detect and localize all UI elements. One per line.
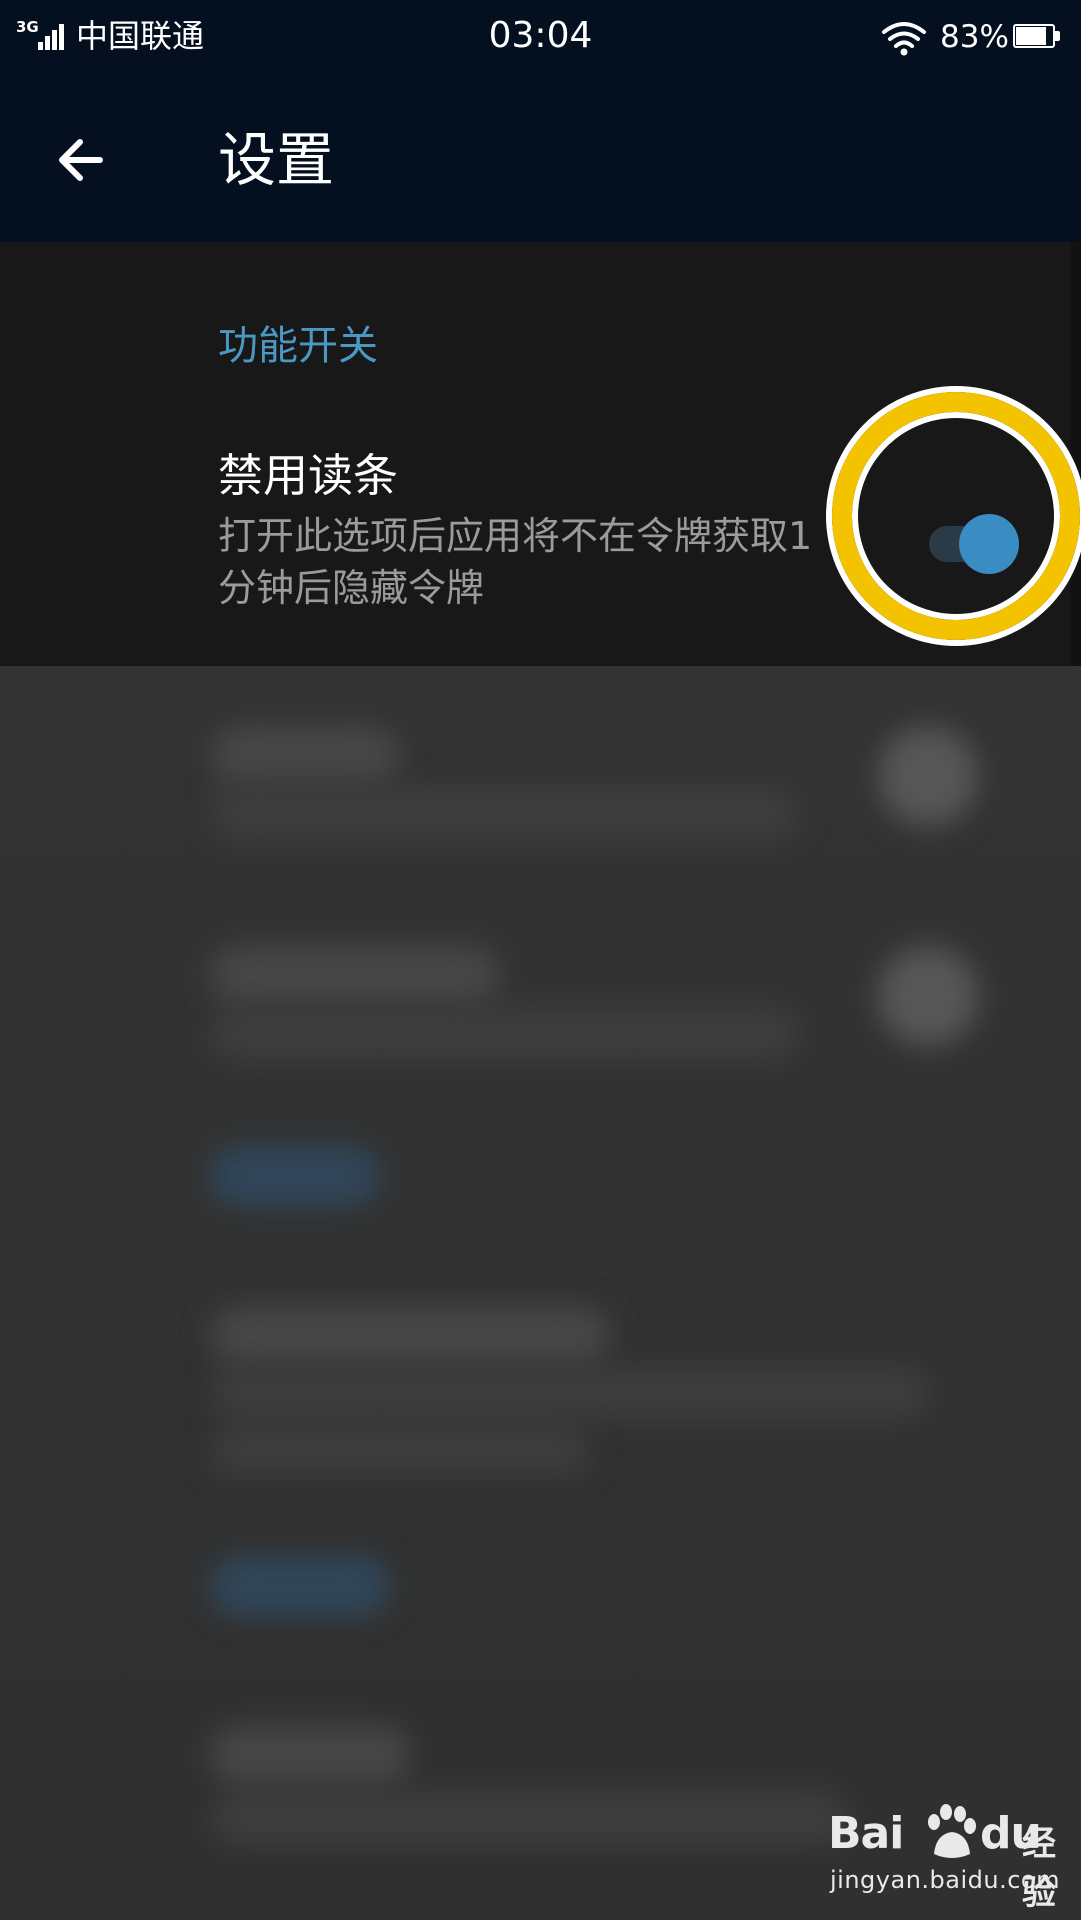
- toggle-thumb: [959, 514, 1019, 574]
- settings-card: 功能开关 禁用读条 打开此选项后应用将不在令牌获取1分钟后隐藏令牌: [0, 242, 1070, 666]
- disable-progress-toggle[interactable]: [925, 510, 1025, 576]
- section-header: 功能开关: [218, 323, 378, 369]
- scroll-edge: [1070, 242, 1081, 666]
- blurred-settings-area: [0, 666, 1081, 1920]
- arrow-left-icon[interactable]: [50, 128, 114, 192]
- watermark-url: jingyan.baidu.com: [830, 1866, 1060, 1894]
- baidu-logo: Bai du 经验: [828, 1804, 1068, 1913]
- setting-description: 打开此选项后应用将不在令牌获取1分钟后隐藏令牌: [218, 514, 813, 610]
- status-bar: 3G 中国联通 03:04 83%: [0, 0, 1081, 78]
- app-bar: 设置: [0, 78, 1081, 242]
- battery-percent: 83%: [940, 19, 1009, 55]
- baidu-jingyan-watermark: Bai du 经验 jingyan.baidu.com: [828, 1804, 1068, 1913]
- page-title: 设置: [218, 126, 335, 194]
- paw-icon: [928, 1804, 976, 1858]
- wifi-icon: [882, 22, 926, 56]
- battery-icon: [1013, 24, 1061, 50]
- setting-title: 禁用读条: [218, 449, 399, 502]
